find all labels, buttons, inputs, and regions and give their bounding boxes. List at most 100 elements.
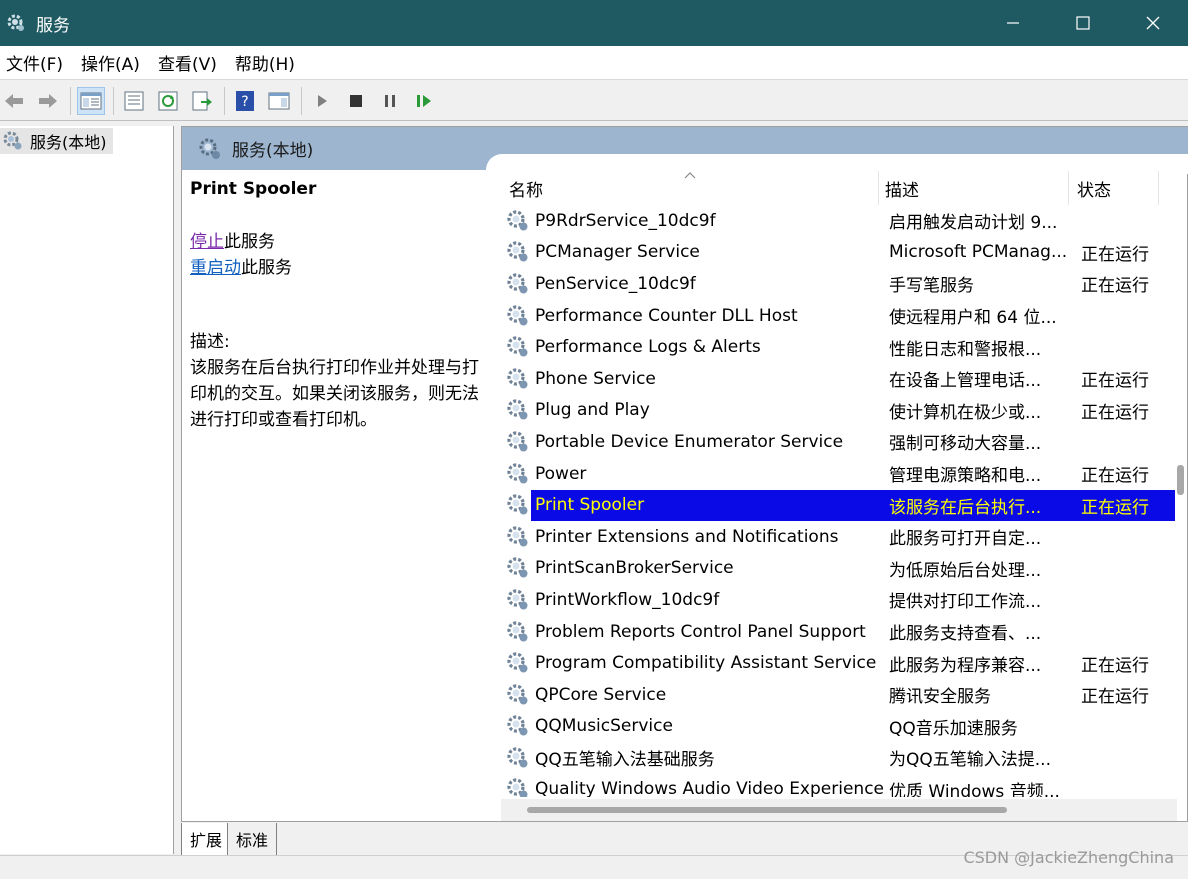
table-row[interactable]: Portable Device Enumerator Service 强制可移动大… <box>501 426 1188 458</box>
column-header-description-label: 描述 <box>885 181 919 201</box>
table-row[interactable]: Printer Extensions and Notifications 此服务可… <box>501 521 1188 553</box>
service-gear-icon <box>505 461 531 487</box>
table-row[interactable]: Quality Windows Audio Video Experience 优质… <box>501 774 1188 797</box>
table-row[interactable]: Plug and Play 使计算机在极少或... 正在运行 <box>501 395 1188 427</box>
tree-item-label: 服务(本地) <box>30 133 107 152</box>
watermark: CSDN @JackieZhengChina <box>963 848 1174 867</box>
forward-button[interactable] <box>34 87 62 115</box>
column-header-description[interactable]: 描述 <box>879 171 1069 205</box>
service-gear-icon <box>505 239 531 265</box>
service-name-cell: PenService_10dc9f <box>535 273 696 294</box>
service-detail-pane: Print Spooler 停止此服务 重启动此服务 描述: 该服务在后台执行打… <box>190 179 490 433</box>
back-arrow-icon <box>5 93 23 108</box>
service-status-cell: 正在运行 <box>1081 244 1149 265</box>
table-row[interactable]: PenService_10dc9f 手写笔服务 正在运行 <box>501 268 1188 300</box>
table-row[interactable]: PrintScanBrokerService 为低原始后台处理... <box>501 553 1188 585</box>
service-description-cell: 在设备上管理电话... <box>889 371 1042 392</box>
menu-help[interactable]: 帮助(H) <box>229 50 301 75</box>
main-panel: 服务(本地) Print Spooler 停止此服务 重启动此服务 描述: 该服… <box>181 126 1188 822</box>
table-row[interactable]: Phone Service 在设备上管理电话... 正在运行 <box>501 363 1188 395</box>
menu-bar: 文件(F) 操作(A) 查看(V) 帮助(H) <box>0 46 1188 80</box>
service-name-cell: Phone Service <box>535 368 656 389</box>
service-description-cell: 此服务支持查看、... <box>889 624 1042 645</box>
horizontal-scroll-thumb[interactable] <box>527 807 1007 813</box>
service-gear-icon <box>505 397 531 423</box>
service-gear-icon <box>505 208 531 234</box>
table-row[interactable]: Performance Counter DLL Host 使远程用户和 64 位.… <box>501 300 1188 332</box>
service-status-cell: 正在运行 <box>1081 655 1149 676</box>
maximize-button[interactable] <box>1048 0 1118 46</box>
stop-service-button[interactable] <box>342 87 370 115</box>
console-tree: 服务(本地) <box>0 126 174 854</box>
service-gear-icon <box>505 555 531 581</box>
service-gear-icon <box>505 745 531 771</box>
service-gear-icon <box>505 650 531 676</box>
table-header: 名称 描述 状态 <box>501 171 1188 205</box>
menu-file[interactable]: 文件(F) <box>0 50 69 75</box>
service-gear-icon <box>505 271 531 297</box>
table-row[interactable]: PrintWorkflow_10dc9f 提供对打印工作流... <box>501 584 1188 616</box>
table-row[interactable]: Performance Logs & Alerts 性能日志和警报根... <box>501 331 1188 363</box>
console-tree-button[interactable] <box>77 86 105 115</box>
table-row[interactable]: Print Spooler 该服务在后台执行... 正在运行 <box>501 489 1188 521</box>
title-bar: 服务 <box>0 0 1188 46</box>
properties-button[interactable] <box>120 87 148 115</box>
column-header-status[interactable]: 状态 <box>1069 171 1159 205</box>
menu-action[interactable]: 操作(A) <box>75 50 146 75</box>
table-row[interactable]: Program Compatibility Assistant Service 此… <box>501 647 1188 679</box>
minimize-icon <box>1007 22 1019 24</box>
table-row[interactable]: P9RdrService_10dc9f 启用触发启动计划 9... <box>501 205 1188 237</box>
stop-service-link[interactable]: 停止 <box>190 232 224 252</box>
service-name-cell: PrintScanBrokerService <box>535 558 734 579</box>
table-row[interactable]: Power 管理电源策略和电... 正在运行 <box>501 458 1188 490</box>
refresh-button[interactable] <box>154 87 182 115</box>
service-gear-icon <box>505 776 531 797</box>
tree-item-services-local[interactable]: 服务(本地) <box>0 128 113 154</box>
service-name-cell: P9RdrService_10dc9f <box>535 210 716 231</box>
service-gear-icon <box>505 682 531 708</box>
table-row[interactable]: QQ五笔输入法基础服务 为QQ五笔输入法提... <box>501 742 1188 774</box>
export-list-button[interactable] <box>188 87 216 115</box>
menu-view[interactable]: 查看(V) <box>152 50 223 75</box>
resume-service-button[interactable] <box>410 87 438 115</box>
service-description-cell: QQ音乐加速服务 <box>889 718 1018 739</box>
horizontal-scrollbar[interactable] <box>501 799 1177 821</box>
start-service-button[interactable] <box>308 87 336 115</box>
pause-service-icon <box>385 94 395 107</box>
vertical-scrollbar[interactable] <box>1175 171 1187 797</box>
table-row[interactable]: PCManager Service Microsoft PCManag... 正在运… <box>501 237 1188 269</box>
show-hide-pane-button[interactable] <box>265 87 293 115</box>
service-description-cell: Microsoft PCManag... <box>889 242 1068 263</box>
service-description-cell: 优质 Windows 音频... <box>889 781 1060 797</box>
minimize-button[interactable] <box>978 0 1048 46</box>
service-description-cell: 使远程用户和 64 位... <box>889 308 1057 329</box>
restart-service-link[interactable]: 重启动 <box>190 258 241 278</box>
toolbar-separator <box>70 86 71 115</box>
service-status-cell: 正在运行 <box>1081 371 1149 392</box>
close-button[interactable] <box>1118 0 1188 46</box>
table-row[interactable]: QPCore Service 腾讯安全服务 正在运行 <box>501 679 1188 711</box>
service-name-cell: QQMusicService <box>535 716 673 737</box>
table-row[interactable]: Problem Reports Control Panel Support 此服务… <box>501 616 1188 648</box>
forward-arrow-icon <box>39 93 57 108</box>
start-service-icon <box>318 94 327 107</box>
panel-title: 服务(本地) <box>232 141 314 161</box>
tab-standard[interactable]: 标准 <box>227 823 278 856</box>
help-button[interactable]: ? <box>231 87 259 115</box>
service-name-cell: Print Spooler <box>531 489 883 521</box>
vertical-scroll-thumb[interactable] <box>1177 465 1184 495</box>
column-header-name-label: 名称 <box>509 181 543 201</box>
service-description-cell: 腾讯安全服务 <box>889 687 991 708</box>
restart-link-suffix: 此服务 <box>241 258 292 278</box>
service-name-cell: PCManager Service <box>535 242 700 263</box>
service-status-cell: 正在运行 <box>1073 489 1163 521</box>
table-row[interactable]: QQMusicService QQ音乐加速服务 <box>501 711 1188 743</box>
service-description-cell: 为低原始后台处理... <box>889 560 1042 581</box>
service-name-cell: QPCore Service <box>535 684 667 705</box>
close-icon <box>1146 16 1160 30</box>
tab-extended[interactable]: 扩展 <box>181 823 232 856</box>
service-gear-icon <box>505 303 531 329</box>
back-button[interactable] <box>0 87 28 115</box>
pause-service-button[interactable] <box>376 87 404 115</box>
maximize-icon <box>1076 16 1090 30</box>
